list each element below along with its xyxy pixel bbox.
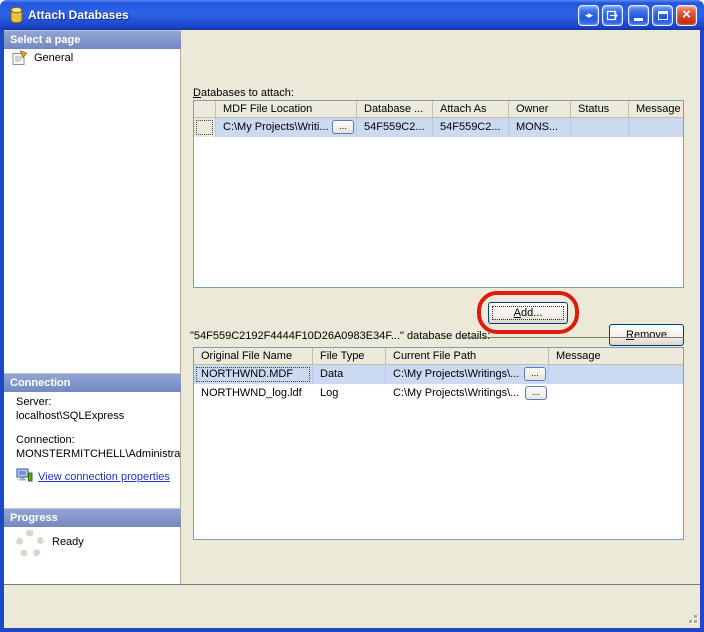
col-owner: Owner	[509, 101, 571, 118]
row-focus-rect	[196, 120, 213, 135]
maximize-icon	[658, 11, 668, 20]
col-file-type: File Type	[313, 348, 386, 365]
minimize-icon	[634, 18, 643, 21]
minimize-button[interactable]	[628, 5, 649, 26]
general-page-icon	[12, 50, 28, 69]
current-file-path-cell[interactable]: C:\My Projects\Writings\... ...	[386, 384, 549, 403]
databases-grid-header-row: MDF File Location Database ... Attach As…	[194, 101, 683, 118]
browse-mdf-button[interactable]: ...	[332, 120, 354, 134]
sidebar: Select a page General Connection Server:…	[4, 30, 181, 584]
sidebar-item-general[interactable]: General	[12, 50, 177, 68]
cell-focus-rect	[196, 367, 310, 382]
file-type-cell[interactable]: Data	[313, 365, 386, 384]
original-file-name-cell[interactable]: NORTHWND.MDF	[194, 365, 313, 384]
browse-path-button[interactable]: ...	[525, 386, 547, 400]
add-button[interactable]: Add...	[488, 302, 568, 324]
status-cell[interactable]	[571, 118, 629, 137]
server-value: localhost\SQLExpress	[16, 410, 124, 422]
view-connection-properties-link[interactable]: View connection properties	[38, 471, 170, 483]
attach-databases-dialog: Attach Databases ◂▸ × Select a page	[0, 0, 704, 632]
mdf-file-location-cell[interactable]: C:\My Projects\Writi... ...	[216, 118, 357, 137]
close-button[interactable]: ×	[676, 5, 697, 26]
progress-status: Ready	[52, 536, 84, 548]
database-icon	[9, 6, 24, 27]
sidebar-item-label: General	[34, 52, 73, 64]
databases-to-attach-label: Databases to attach:	[193, 87, 294, 99]
connection-label: Connection:	[16, 434, 75, 446]
server-label: Server:	[16, 396, 51, 408]
dialog-footer	[4, 584, 700, 628]
databases-grid[interactable]: MDF File Location Database ... Attach As…	[193, 100, 684, 288]
select-a-page-header: Select a page	[4, 30, 181, 49]
browse-path-button[interactable]: ...	[524, 367, 546, 381]
col-database-name: Database ...	[357, 101, 433, 118]
maximize-button[interactable]	[652, 5, 673, 26]
owner-cell[interactable]: MONS...	[509, 118, 571, 137]
progress-header: Progress	[4, 508, 181, 527]
database-details-label: "54F559C2192F4444F10D26A0983E34F..." dat…	[190, 330, 490, 342]
col-current-file-path: Current File Path	[386, 348, 549, 365]
connection-value: MONSTERMITCHELL\Administra	[16, 448, 180, 460]
table-row[interactable]: C:\My Projects\Writi... ... 54F559C2... …	[194, 118, 683, 137]
current-file-path-cell[interactable]: C:\My Projects\Writings\... ...	[386, 365, 549, 384]
remove-button[interactable]: Remove	[609, 324, 684, 346]
col-row-selector	[194, 101, 216, 118]
table-row[interactable]: NORTHWND_log.ldf Log C:\My Projects\Writ…	[194, 384, 683, 403]
connection-properties-icon	[16, 468, 33, 486]
title-bar[interactable]: Attach Databases ◂▸ ×	[0, 0, 704, 30]
row-selector-cell[interactable]	[194, 118, 216, 137]
connection-header: Connection	[4, 373, 181, 392]
dock-toggle-button[interactable]: ◂▸	[578, 5, 599, 26]
details-grid[interactable]: Original File Name File Type Current Fil…	[193, 347, 684, 540]
col-original-file-name: Original File Name	[194, 348, 313, 365]
progress-spinner-icon	[16, 530, 44, 558]
undock-icon	[606, 9, 619, 22]
window-title: Attach Databases	[28, 8, 129, 22]
file-type-cell[interactable]: Log	[313, 384, 386, 403]
attach-as-cell[interactable]: 54F559C2...	[433, 118, 509, 137]
col-attach-as: Attach As	[433, 101, 509, 118]
col-message: Message	[629, 101, 683, 118]
message-cell[interactable]	[629, 118, 683, 137]
col-details-message: Message	[549, 348, 683, 365]
details-divider	[463, 337, 684, 338]
close-icon: ×	[677, 6, 696, 24]
col-mdf-file-location: MDF File Location	[216, 101, 357, 118]
table-row[interactable]: NORTHWND.MDF Data C:\My Projects\Writing…	[194, 365, 683, 384]
undock-button[interactable]	[602, 5, 623, 26]
details-grid-header-row: Original File Name File Type Current Fil…	[194, 348, 683, 365]
original-file-name-cell[interactable]: NORTHWND_log.ldf	[194, 384, 313, 403]
col-status: Status	[571, 101, 629, 118]
details-message-cell[interactable]	[549, 365, 683, 384]
database-name-cell[interactable]: 54F559C2...	[357, 118, 433, 137]
details-message-cell[interactable]	[549, 384, 683, 403]
dock-arrows-icon: ◂▸	[579, 6, 598, 25]
